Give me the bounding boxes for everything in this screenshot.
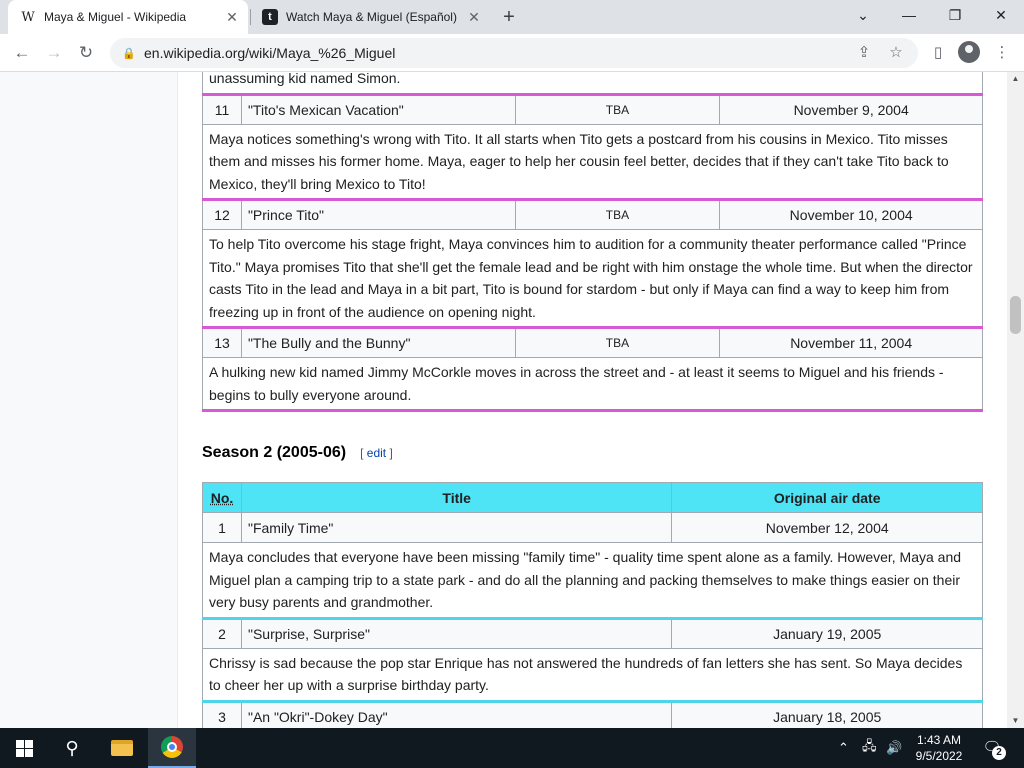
episode-air-date: November 11, 2004	[719, 327, 983, 358]
restore-button[interactable]: ❐	[932, 0, 978, 30]
episode-summary-row: unassuming kid named Simon.	[202, 72, 983, 96]
tab-title: Maya & Miguel - Wikipedia	[44, 10, 187, 24]
episode-title: "Tito's Mexican Vacation"	[240, 94, 516, 125]
episode-writer: TBA	[514, 94, 721, 125]
chrome-taskbar-button[interactable]	[148, 728, 196, 768]
episode-summary: Maya concludes that everyone have been m…	[202, 542, 983, 620]
episode-summary-row: Maya notices something's wrong with Tito…	[202, 123, 983, 201]
chrome-icon	[161, 736, 183, 758]
new-tab-button[interactable]: +	[498, 6, 520, 28]
folder-icon	[111, 740, 133, 756]
season-2-heading: Season 2 (2005-06) [ edit ]	[202, 444, 393, 462]
notifications-button[interactable]: 🗨 2	[980, 736, 1006, 760]
episode-number: 3	[202, 700, 242, 728]
table-header-row: No. Title Original air date	[202, 482, 983, 513]
column-header-no[interactable]: No.	[202, 482, 242, 513]
episode-title: "The Bully and the Bunny"	[240, 327, 516, 358]
episode-row: 12 "Prince Tito" TBA November 10, 2004	[202, 199, 983, 230]
section-title: Season 2 (2005-06)	[202, 444, 347, 461]
url-text[interactable]: en.wikipedia.org/wiki/Maya_%26_Miguel	[144, 45, 395, 61]
wikipedia-favicon-icon: W	[21, 9, 35, 25]
reload-button[interactable]: ↻	[74, 41, 98, 65]
browser-toolbar: ← → ↻ 🔒 en.wikipedia.org/wiki/Maya_%26_M…	[0, 34, 1024, 72]
address-bar[interactable]: 🔒 en.wikipedia.org/wiki/Maya_%26_Miguel …	[110, 38, 918, 68]
close-window-button[interactable]: ✕	[978, 0, 1024, 30]
notification-count-badge: 2	[992, 746, 1006, 760]
episode-air-date: November 12, 2004	[671, 512, 983, 543]
tubi-favicon-icon: t	[262, 9, 278, 25]
close-tab-icon[interactable]: ✕	[222, 9, 242, 26]
episode-title: "Surprise, Surprise"	[240, 617, 673, 649]
close-tab-icon[interactable]: ✕	[464, 9, 484, 26]
wiki-sidebar	[0, 72, 178, 728]
tab-search-dropdown-icon[interactable]: ⌄	[840, 0, 886, 30]
episode-air-date: November 10, 2004	[719, 199, 983, 230]
episode-summary-row: A hulking new kid named Jimmy McCorkle m…	[202, 357, 983, 412]
clock-time: 1:43 AM	[916, 733, 962, 747]
season-1-episode-table: unassuming kid named Simon. 11 "Tito's M…	[202, 72, 983, 412]
episode-row: 11 "Tito's Mexican Vacation" TBA Novembe…	[202, 94, 983, 125]
network-icon[interactable]: 🖧	[862, 728, 877, 768]
episode-number: 12	[202, 199, 242, 230]
episode-title: "Prince Tito"	[240, 199, 516, 230]
column-header-title: Title	[240, 482, 673, 513]
episode-number: 1	[202, 512, 242, 543]
edit-section: [ edit ]	[360, 446, 393, 460]
scroll-up-icon[interactable]: ▲	[1007, 72, 1024, 86]
clock-date: 9/5/2022	[915, 749, 963, 763]
episode-title: "Family Time"	[240, 512, 673, 543]
season-2-episode-table: No. Title Original air date 1 "Family Ti…	[202, 482, 983, 728]
minimize-button[interactable]: —	[886, 0, 932, 30]
episode-number: 2	[202, 617, 242, 649]
share-icon[interactable]: ⇪	[854, 43, 874, 63]
taskbar-search-icon[interactable]: ⚲	[48, 728, 96, 768]
edit-link[interactable]: edit	[367, 446, 386, 460]
windows-taskbar: ⚲ ⌃ 🖧 🔊 1:43 AM 9/5/2022 🗨 2	[0, 728, 1024, 768]
episode-summary-row: Maya concludes that everyone have been m…	[202, 542, 983, 620]
episode-writer: TBA	[514, 199, 721, 230]
episode-row: 3 "An "Okri"-Dokey Day" January 18, 2005	[202, 700, 983, 728]
volume-icon[interactable]: 🔊	[886, 728, 902, 768]
episode-row: 13 "The Bully and the Bunny" TBA Novembe…	[202, 327, 983, 358]
episode-summary-row: To help Tito overcome his stage fright, …	[202, 229, 983, 329]
episode-number: 13	[202, 327, 242, 358]
scroll-down-icon[interactable]: ▼	[1007, 714, 1024, 728]
forward-button[interactable]: →	[42, 41, 66, 65]
scrollbar-thumb[interactable]	[1010, 296, 1021, 334]
page-viewport: unassuming kid named Simon. 11 "Tito's M…	[0, 72, 1024, 728]
tab-watch-maya[interactable]: t Watch Maya & Miguel (Español) ✕	[250, 0, 490, 34]
episode-writer: TBA	[514, 327, 721, 358]
page-scrollbar[interactable]: ▲ ▼	[1007, 72, 1024, 728]
tab-wikipedia[interactable]: W Maya & Miguel - Wikipedia ✕	[8, 0, 248, 34]
start-button[interactable]	[0, 728, 48, 768]
side-panel-icon[interactable]: ▯	[926, 41, 950, 65]
episode-air-date: January 19, 2005	[671, 617, 983, 649]
windows-logo-icon	[15, 739, 33, 757]
back-button[interactable]: ←	[10, 41, 34, 65]
tab-strip: W Maya & Miguel - Wikipedia ✕ t Watch Ma…	[0, 0, 1024, 34]
menu-icon[interactable]: ⋮	[990, 41, 1014, 65]
episode-summary: A hulking new kid named Jimmy McCorkle m…	[202, 357, 983, 412]
show-hidden-icons[interactable]: ⌃	[838, 728, 849, 768]
episode-summary: Maya notices something's wrong with Tito…	[202, 123, 983, 201]
episode-summary-row: Chrissy is sad because the pop star Enri…	[202, 647, 983, 703]
episode-row: 2 "Surprise, Surprise" January 19, 2005	[202, 617, 983, 649]
tab-title: Watch Maya & Miguel (Español)	[286, 10, 457, 24]
profile-avatar-icon[interactable]	[958, 41, 980, 63]
episode-air-date: January 18, 2005	[671, 700, 983, 728]
episode-air-date: November 9, 2004	[719, 94, 983, 125]
file-explorer-button[interactable]	[98, 728, 146, 768]
episode-row: 1 "Family Time" November 12, 2004	[202, 512, 983, 543]
episode-summary: To help Tito overcome his stage fright, …	[202, 229, 983, 329]
episode-summary: Chrissy is sad because the pop star Enri…	[202, 647, 983, 703]
column-header-air-date: Original air date	[671, 482, 983, 513]
episode-summary: unassuming kid named Simon.	[202, 72, 983, 96]
episode-title: "An "Okri"-Dokey Day"	[240, 700, 673, 728]
taskbar-clock[interactable]: 1:43 AM 9/5/2022	[906, 732, 972, 764]
bookmark-star-icon[interactable]: ☆	[886, 43, 906, 63]
lock-icon[interactable]: 🔒	[122, 47, 136, 60]
episode-number: 11	[202, 94, 242, 125]
